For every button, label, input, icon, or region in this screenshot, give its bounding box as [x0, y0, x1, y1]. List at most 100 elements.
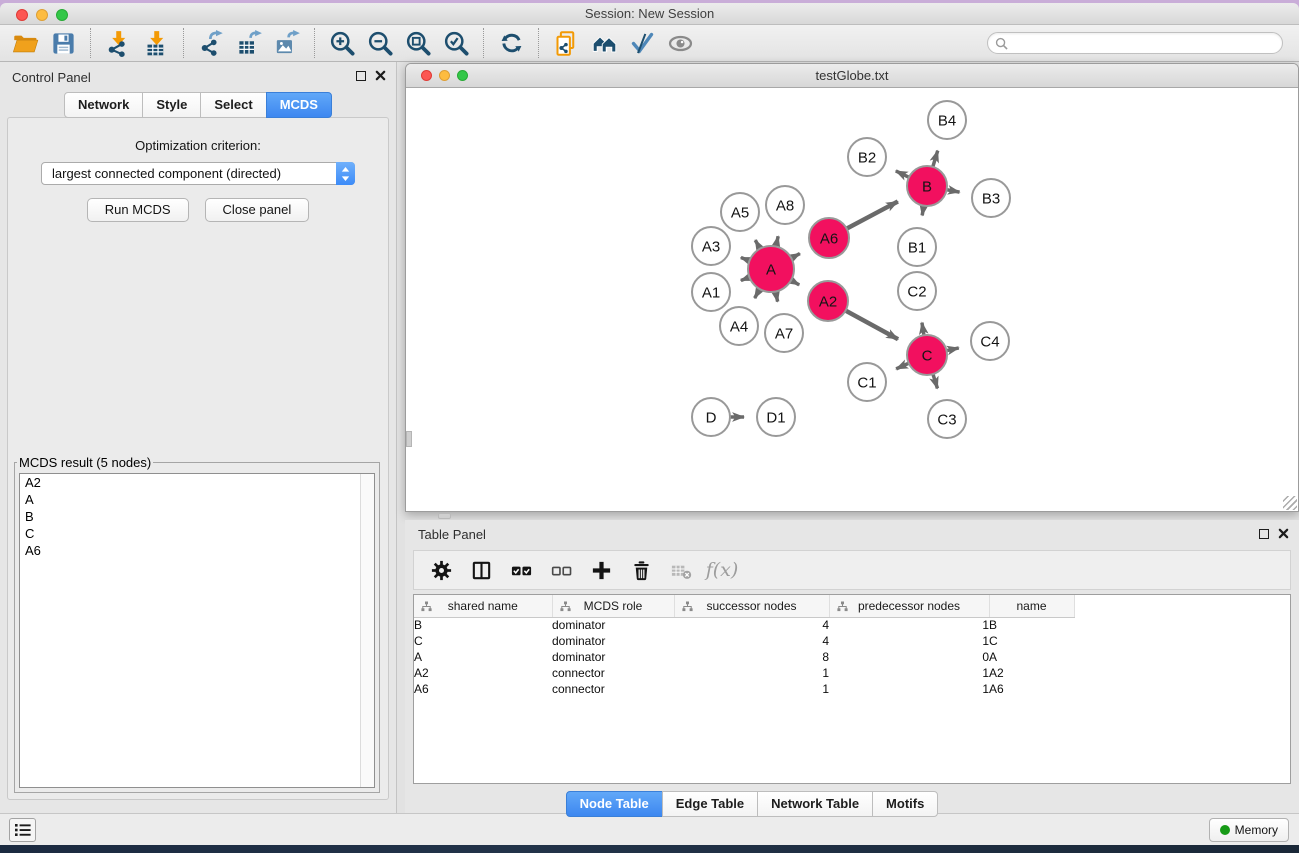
- tab-network-table[interactable]: Network Table: [757, 791, 873, 817]
- graph-node-C3[interactable]: C3: [928, 400, 966, 438]
- search-input[interactable]: [1013, 36, 1275, 50]
- float-table-panel-icon[interactable]: [1259, 529, 1269, 539]
- column-header-successor-nodes[interactable]: successor nodes: [674, 595, 829, 617]
- table-header-row: shared name MCDS role successor nodes pr…: [414, 595, 1074, 617]
- result-list-item[interactable]: C: [20, 525, 374, 542]
- main-toolbar: [0, 25, 1299, 62]
- tab-style[interactable]: Style: [142, 92, 201, 118]
- export-image-button[interactable]: [268, 27, 306, 59]
- criterion-dropdown[interactable]: largest connected component (directed): [41, 162, 355, 185]
- network-window-titlebar[interactable]: testGlobe.txt: [406, 64, 1298, 88]
- table-row[interactable]: Adominator80A: [414, 649, 1074, 665]
- function-builder-button[interactable]: f(x): [704, 554, 738, 586]
- zoom-fit-button[interactable]: [399, 27, 437, 59]
- table-cell: 0: [829, 649, 989, 665]
- close-table-panel-icon[interactable]: [1278, 528, 1289, 539]
- run-mcds-button[interactable]: Run MCDS: [87, 198, 189, 222]
- search-field: [987, 32, 1283, 54]
- close-panel-icon[interactable]: [375, 70, 386, 81]
- clone-network-button[interactable]: [547, 27, 585, 59]
- svg-text:B1: B1: [908, 239, 926, 256]
- graph-node-B3[interactable]: B3: [972, 179, 1010, 217]
- table-row[interactable]: A2connector11A2: [414, 665, 1074, 681]
- tab-mcds[interactable]: MCDS: [266, 92, 332, 118]
- zoom-in-button[interactable]: [323, 27, 361, 59]
- graph-node-C4[interactable]: C4: [971, 322, 1009, 360]
- memory-status-icon: [1220, 825, 1230, 835]
- refresh-layout-button[interactable]: [492, 27, 530, 59]
- network-canvas[interactable]: A A1 A2 A3 A4 A5 A6 A7 A8 B B1 B2 B3 B4 C C1 C2 C3 C4 D D1: [406, 88, 1298, 511]
- tab-network[interactable]: Network: [64, 92, 143, 118]
- result-scrollbar[interactable]: [360, 474, 374, 787]
- float-panel-icon[interactable]: [356, 71, 366, 81]
- delete-column-button[interactable]: [624, 554, 658, 586]
- tab-node-table[interactable]: Node Table: [566, 791, 663, 817]
- show-hide-button[interactable]: [661, 27, 699, 59]
- table-row[interactable]: Cdominator41C: [414, 633, 1074, 649]
- graph-node-B1[interactable]: B1: [898, 228, 936, 266]
- graph-node-B4[interactable]: B4: [928, 101, 966, 139]
- import-network-button[interactable]: [99, 27, 137, 59]
- graph-node-C1[interactable]: C1: [848, 363, 886, 401]
- result-list-item[interactable]: A2: [20, 474, 374, 491]
- tab-edge-table[interactable]: Edge Table: [662, 791, 758, 817]
- select-all-button[interactable]: [504, 554, 538, 586]
- result-list-item[interactable]: A: [20, 491, 374, 508]
- column-header-predecessor-nodes[interactable]: predecessor nodes: [829, 595, 989, 617]
- graph-node-C2[interactable]: C2: [898, 272, 936, 310]
- graph-node-A7[interactable]: A7: [765, 314, 803, 352]
- table-cell: 1: [829, 617, 989, 633]
- graph-node-B2[interactable]: B2: [848, 138, 886, 176]
- table-cell: B: [414, 617, 552, 633]
- zoom-fit-icon: [405, 30, 432, 57]
- zoom-out-button[interactable]: [361, 27, 399, 59]
- table-row[interactable]: A6connector11A6: [414, 681, 1074, 697]
- table-settings-button[interactable]: [424, 554, 458, 586]
- column-header-name[interactable]: name: [989, 595, 1074, 617]
- home-views-button[interactable]: [585, 27, 623, 59]
- open-session-button[interactable]: [6, 27, 44, 59]
- table-columns-button[interactable]: [464, 554, 498, 586]
- graph-node-A6[interactable]: A6: [809, 218, 849, 258]
- deselect-all-button[interactable]: [544, 554, 578, 586]
- table-cell: connector: [552, 681, 674, 697]
- export-table-button[interactable]: [230, 27, 268, 59]
- eye-icon: [667, 30, 694, 57]
- graph-node-D[interactable]: D: [692, 398, 730, 436]
- result-list-item[interactable]: A6: [20, 542, 374, 559]
- column-header-mcds-role[interactable]: MCDS role: [552, 595, 674, 617]
- tab-select[interactable]: Select: [200, 92, 266, 118]
- task-history-button[interactable]: [9, 818, 36, 842]
- graph-node-A[interactable]: A: [748, 246, 794, 292]
- result-list-item[interactable]: B: [20, 508, 374, 525]
- canvas-scrollbar-nub[interactable]: [406, 431, 412, 447]
- delete-table-button[interactable]: [664, 554, 698, 586]
- svg-text:A6: A6: [820, 230, 838, 247]
- graph-node-A1[interactable]: A1: [692, 273, 730, 311]
- svg-text:A4: A4: [730, 318, 748, 335]
- close-panel-button[interactable]: Close panel: [205, 198, 310, 222]
- window-title: Session: New Session: [0, 6, 1299, 21]
- table-cell: C: [989, 633, 1074, 649]
- graph-node-B[interactable]: B: [907, 166, 947, 206]
- splitter-handle[interactable]: [438, 513, 451, 519]
- graph-node-A2[interactable]: A2: [808, 281, 848, 321]
- table-row[interactable]: Bdominator41B: [414, 617, 1074, 633]
- graph-node-D1[interactable]: D1: [757, 398, 795, 436]
- graph-node-C[interactable]: C: [907, 335, 947, 375]
- graph-node-A4[interactable]: A4: [720, 307, 758, 345]
- save-session-button[interactable]: [44, 27, 82, 59]
- validate-view-button[interactable]: [623, 27, 661, 59]
- export-network-button[interactable]: [192, 27, 230, 59]
- graph-node-A5[interactable]: A5: [721, 193, 759, 231]
- zoom-selected-button[interactable]: [437, 27, 475, 59]
- graph-node-A8[interactable]: A8: [766, 186, 804, 224]
- column-header-shared-name[interactable]: shared name: [414, 595, 552, 617]
- memory-button[interactable]: Memory: [1209, 818, 1289, 842]
- import-table-button[interactable]: [137, 27, 175, 59]
- resize-grip-icon[interactable]: [1283, 496, 1297, 510]
- tab-motifs[interactable]: Motifs: [872, 791, 938, 817]
- graph-node-A3[interactable]: A3: [692, 227, 730, 265]
- dropdown-stepper-icon: [336, 162, 355, 185]
- add-column-button[interactable]: [584, 554, 618, 586]
